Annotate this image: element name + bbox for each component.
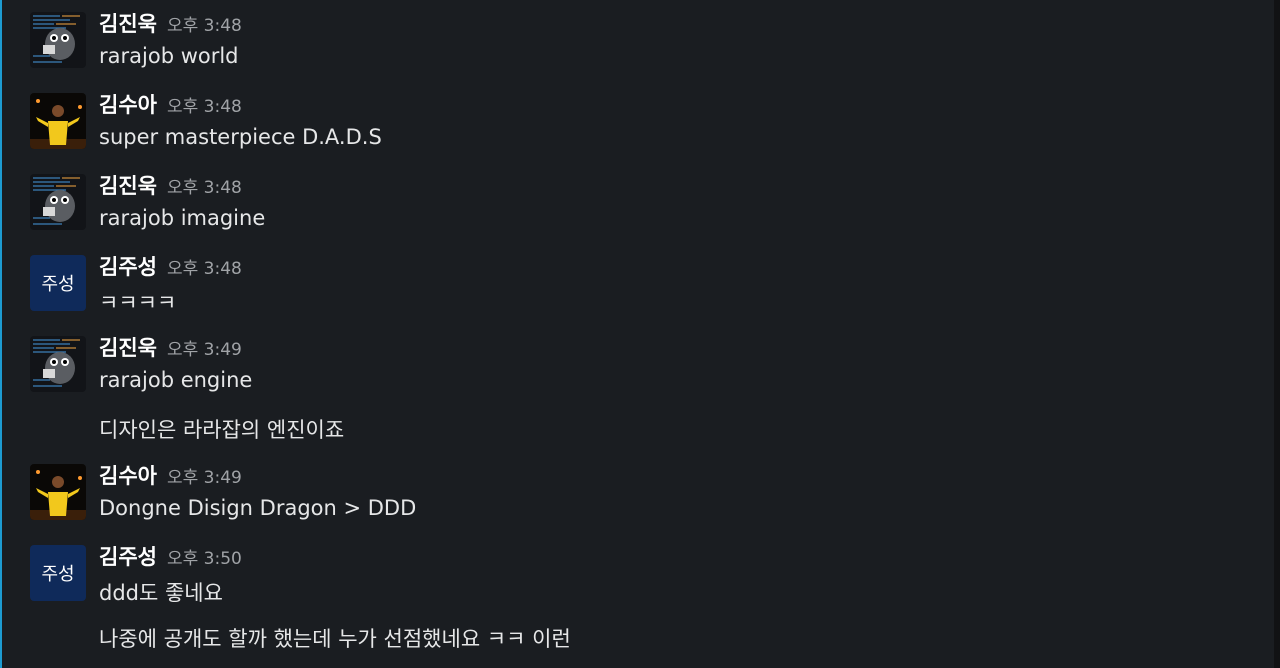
person-photo-icon (30, 464, 86, 520)
code-ghost-icon (30, 12, 86, 68)
code-ghost-icon (30, 336, 86, 392)
person-photo-icon (30, 93, 86, 149)
message-text: ㅋㅋㅋㅋ (99, 291, 177, 315)
timestamp[interactable]: 오후 3:49 (167, 468, 242, 488)
author-name[interactable]: 김진욱 (99, 336, 157, 360)
initials-avatar: 주성 (30, 545, 86, 601)
message-header: 김진욱 오후 3:48 (99, 8, 242, 36)
avatar[interactable] (30, 174, 86, 230)
message-text: rarajob imagine (99, 206, 266, 230)
message-text: rarajob engine (99, 368, 253, 392)
message-text: 나중에 공개도 할까 했는데 누가 선점했네요 ㅋㅋ 이런 (99, 627, 571, 651)
author-name[interactable]: 김주성 (99, 545, 157, 569)
message-header: 김수아 오후 3:49 (99, 460, 242, 488)
scrollbar-track[interactable] (1274, 0, 1280, 668)
avatar[interactable]: 주성 (30, 255, 86, 311)
author-name[interactable]: 김진욱 (99, 174, 157, 198)
message-text: rarajob world (99, 44, 239, 68)
timestamp[interactable]: 오후 3:48 (167, 97, 242, 117)
message-header: 김진욱 오후 3:48 (99, 170, 242, 198)
timestamp[interactable]: 오후 3:48 (167, 16, 242, 36)
timestamp[interactable]: 오후 3:48 (167, 178, 242, 198)
avatar[interactable] (30, 336, 86, 392)
author-name[interactable]: 김수아 (99, 464, 157, 488)
timestamp[interactable]: 오후 3:50 (167, 549, 242, 569)
message-header: 김수아 오후 3:48 (99, 89, 242, 117)
avatar[interactable] (30, 464, 86, 520)
author-name[interactable]: 김수아 (99, 93, 157, 117)
timestamp[interactable]: 오후 3:48 (167, 259, 242, 279)
initials-avatar: 주성 (30, 255, 86, 311)
timestamp[interactable]: 오후 3:49 (167, 340, 242, 360)
message-text: ddd도 좋네요 (99, 581, 223, 605)
avatar[interactable] (30, 93, 86, 149)
avatar[interactable]: 주성 (30, 545, 86, 601)
message-text: 디자인은 라라잡의 엔진이죠 (99, 418, 345, 442)
code-ghost-icon (30, 174, 86, 230)
author-name[interactable]: 김주성 (99, 255, 157, 279)
message-header: 김주성 오후 3:50 (99, 541, 242, 569)
message-feed: 김진욱 오후 3:48 rarajob world 김수아 오후 3:48 supe… (0, 0, 1274, 668)
message-header: 김주성 오후 3:48 (99, 251, 242, 279)
avatar[interactable] (30, 12, 86, 68)
message-text: Dongne Disign Dragon > DDD (99, 496, 417, 520)
message-text: super masterpiece D.A.D.S (99, 125, 382, 149)
message-header: 김진욱 오후 3:49 (99, 332, 242, 360)
author-name[interactable]: 김진욱 (99, 12, 157, 36)
